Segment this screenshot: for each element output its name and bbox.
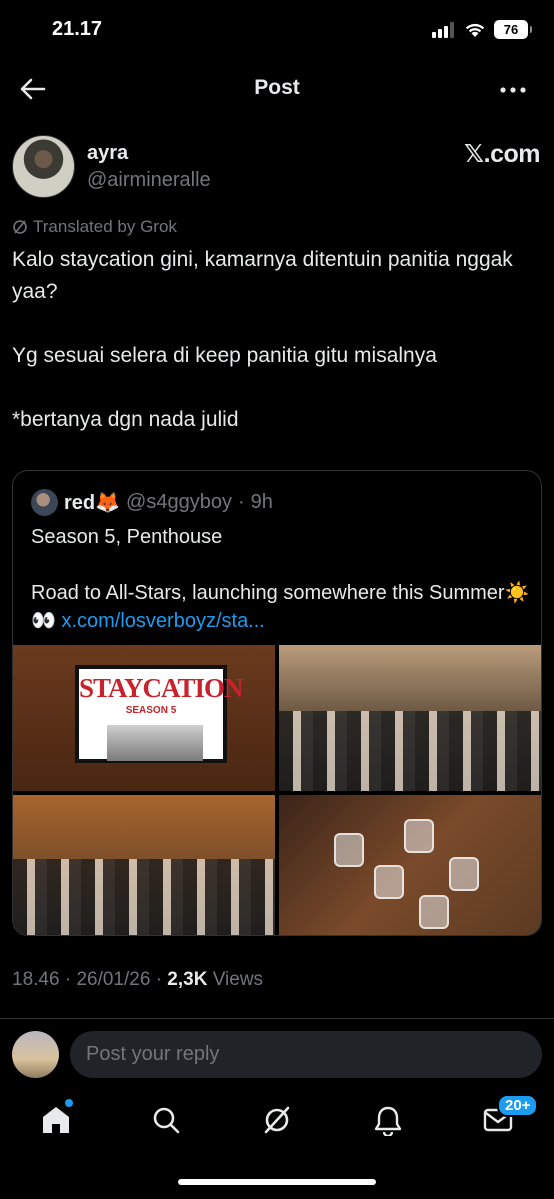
views-label: Views — [212, 969, 264, 990]
post-meta: 18.46 · 26/01/26 · 2,3K Views — [12, 969, 263, 991]
more-icon — [500, 87, 526, 93]
glass-shape — [374, 865, 404, 899]
home-notification-dot — [65, 1099, 73, 1107]
user-avatar[interactable] — [12, 1031, 59, 1078]
quote-link[interactable]: x.com/losverboyz/sta... — [61, 610, 264, 632]
quote-header: red🦊 @s4ggyboy · 9h — [31, 489, 273, 516]
grok-icon — [264, 1106, 290, 1134]
quote-age: 9h — [250, 491, 273, 513]
tab-home[interactable] — [31, 1099, 81, 1138]
post-paragraph: Kalo staycation gini, kamarnya ditentuin… — [12, 248, 513, 303]
status-time: 21.17 — [52, 18, 103, 40]
status-icons: 76 — [432, 20, 532, 39]
author-handle[interactable]: @airmineralle — [87, 169, 211, 192]
messages-badge: 20+ — [497, 1094, 539, 1117]
signal-icon — [432, 21, 454, 38]
post-text: Kalo staycation gini, kamarnya ditentuin… — [12, 244, 542, 468]
search-icon — [153, 1107, 180, 1134]
meta-separator: · — [155, 969, 168, 990]
quote-author-handle: @s4ggyboy — [126, 491, 232, 513]
grok-icon — [13, 220, 27, 234]
wifi-icon — [465, 23, 485, 37]
quote-text: Season 5, Penthouse Road to All-Stars, l… — [31, 523, 531, 635]
views-count[interactable]: 2,3K — [167, 969, 207, 990]
media-image-group-photo[interactable] — [13, 795, 275, 935]
quoted-post[interactable]: red🦊 @s4ggyboy · 9h Season 5, Penthouse … — [12, 470, 542, 936]
tab-search[interactable] — [141, 1102, 191, 1138]
bottom-tab-bar: 20+ — [0, 1090, 554, 1199]
glass-shape — [449, 857, 479, 891]
quote-separator: · — [237, 491, 245, 513]
translation-label[interactable]: Translated by Grok — [12, 217, 177, 237]
quote-avatar — [31, 489, 58, 516]
reply-bar — [0, 1018, 554, 1090]
glass-shape — [334, 833, 364, 867]
quote-line: Season 5, Penthouse — [31, 526, 223, 548]
tv-subtitle: SEASON 5 — [125, 705, 177, 716]
author-avatar[interactable] — [12, 135, 75, 198]
group-photo-people — [279, 710, 541, 791]
top-bar: Post — [0, 62, 554, 116]
tab-messages[interactable]: 20+ — [473, 1094, 539, 1138]
battery-indicator: 76 — [494, 20, 532, 39]
bell-icon — [374, 1106, 402, 1136]
tv-screen: STAYCATION SEASON 5 — [75, 665, 244, 763]
author-name[interactable]: ayra — [87, 142, 128, 165]
home-icon — [43, 1107, 69, 1133]
quote-media-grid: STAYCATION SEASON 5 — [13, 645, 541, 935]
tab-grok[interactable] — [252, 1102, 302, 1138]
quote-author-name: red🦊 — [64, 492, 121, 514]
group-photo-people — [13, 858, 275, 935]
tab-notifications[interactable] — [363, 1102, 413, 1138]
media-image-staycation-screen[interactable]: STAYCATION SEASON 5 — [13, 645, 275, 791]
meta-separator: · — [64, 969, 77, 990]
xcom-watermark: 𝕏.com — [464, 140, 541, 168]
media-image-penthouse-group[interactable] — [279, 645, 541, 791]
post-time: 18.46 — [12, 969, 60, 990]
post-date: 26/01/26 — [76, 969, 151, 990]
more-options-button[interactable] — [498, 78, 528, 102]
page-title: Post — [254, 76, 300, 99]
media-image-toast[interactable] — [279, 795, 541, 935]
tv-house-graphic — [107, 725, 203, 761]
status-bar: 21.17 76 — [0, 0, 554, 62]
home-indicator[interactable] — [178, 1179, 376, 1185]
reply-input[interactable] — [70, 1031, 542, 1078]
translation-text: Translated by Grok — [33, 217, 177, 236]
post-paragraph: Yg sesuai selera di keep panitia gitu mi… — [12, 344, 437, 367]
post-author: ayra @airmineralle 𝕏.com — [12, 133, 542, 199]
glass-shape — [404, 819, 434, 853]
tv-title: STAYCATION — [79, 673, 244, 703]
glass-shape — [419, 895, 449, 929]
post-paragraph: *bertanya dgn nada julid — [12, 408, 239, 431]
